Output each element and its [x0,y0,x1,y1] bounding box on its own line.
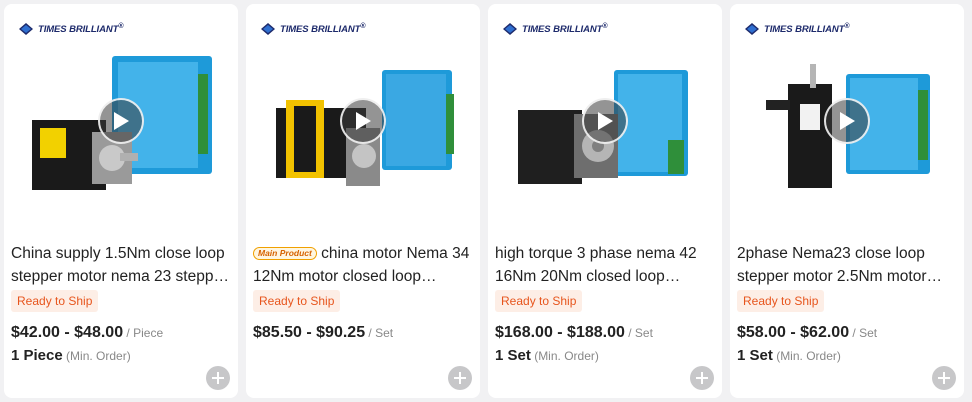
brand-name: TIMES BRILLIANT® [522,22,608,36]
product-card[interactable]: TIMES BRILLIANT® Main Product china moto… [246,4,480,398]
brand-name: TIMES BRILLIANT® [280,22,366,36]
product-grid: TIMES BRILLIANT® China supply 1.5Nm clos… [0,0,972,402]
brand-logo: TIMES BRILLIANT® [260,18,365,40]
product-media[interactable]: TIMES BRILLIANT® [730,4,964,234]
add-to-compare-button[interactable] [932,366,956,390]
brand-logo: TIMES BRILLIANT® [744,18,849,40]
ready-to-ship-badge: Ready to Ship [11,290,99,312]
min-order: 1 Set (Min. Order) [737,347,841,364]
play-icon [598,112,613,130]
product-media[interactable]: TIMES BRILLIANT® [4,4,238,234]
product-card[interactable]: TIMES BRILLIANT® China supply 1.5Nm clos… [4,4,238,398]
price-range: $42.00 - $48.00 / Piece [11,324,164,341]
plus-icon [454,372,466,384]
brand-logo-icon [503,23,517,35]
add-to-compare-button[interactable] [206,366,230,390]
play-video-button[interactable] [98,98,144,144]
add-to-compare-button[interactable] [448,366,472,390]
play-video-button[interactable] [582,98,628,144]
plus-icon [938,372,950,384]
brand-logo: TIMES BRILLIANT® [502,18,607,40]
min-order: 1 Set (Min. Order) [495,347,599,364]
brand-name: TIMES BRILLIANT® [38,22,124,36]
add-to-compare-button[interactable] [690,366,714,390]
brand-logo-icon [19,23,33,35]
ready-to-ship-badge: Ready to Ship [253,290,341,312]
min-order: 1 Piece (Min. Order) [11,347,131,364]
product-media[interactable]: TIMES BRILLIANT® [488,4,722,234]
product-title[interactable]: China supply 1.5Nm close loop stepper mo… [11,242,233,288]
product-title[interactable]: Main Product china motor Nema 34 12Nm mo… [253,242,475,288]
brand-logo: TIMES BRILLIANT® [18,18,123,40]
price-range: $58.00 - $62.00 / Set [737,324,878,341]
plus-icon [696,372,708,384]
product-title[interactable]: high torque 3 phase nema 42 16Nm 20Nm cl… [495,242,717,288]
product-card[interactable]: TIMES BRILLIANT® 2phase Nema23 close loo… [730,4,964,398]
price-range: $85.50 - $90.25 / Set [253,324,394,341]
price-range: $168.00 - $188.00 / Set [495,324,653,341]
brand-name: TIMES BRILLIANT® [764,22,850,36]
ready-to-ship-badge: Ready to Ship [495,290,583,312]
product-card[interactable]: TIMES BRILLIANT® high torque 3 phase nem… [488,4,722,398]
brand-logo-icon [745,23,759,35]
ready-to-ship-badge: Ready to Ship [737,290,825,312]
play-video-button[interactable] [824,98,870,144]
plus-icon [212,372,224,384]
main-product-badge: Main Product [253,247,317,260]
play-icon [114,112,129,130]
play-icon [356,112,371,130]
play-icon [840,112,855,130]
product-title[interactable]: 2phase Nema23 close loop stepper motor 2… [737,242,959,288]
play-video-button[interactable] [340,98,386,144]
brand-logo-icon [261,23,275,35]
product-media[interactable]: TIMES BRILLIANT® [246,4,480,234]
